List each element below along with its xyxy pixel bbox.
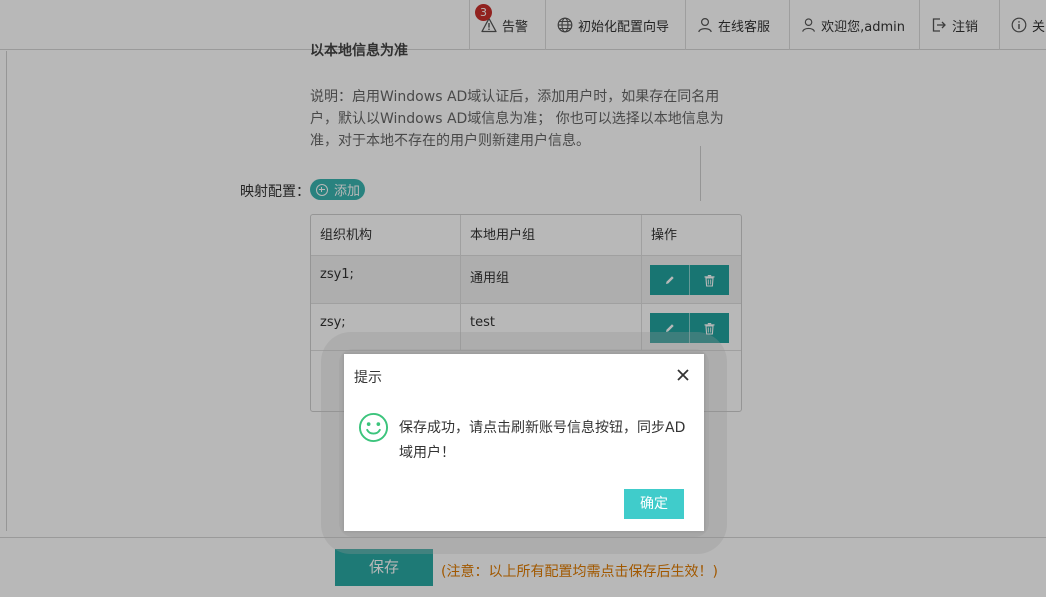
dialog-title: 提示 (354, 370, 382, 386)
alert-dialog: 提示 保存成功，请点击刷新账号信息按钮，同步AD域用户！ 确定 (344, 354, 704, 531)
confirm-button[interactable]: 确定 (624, 489, 684, 519)
dialog-message: 保存成功，请点击刷新账号信息按钮，同步AD域用户！ (399, 420, 686, 461)
smile-icon (358, 412, 389, 443)
close-icon[interactable] (675, 367, 691, 383)
